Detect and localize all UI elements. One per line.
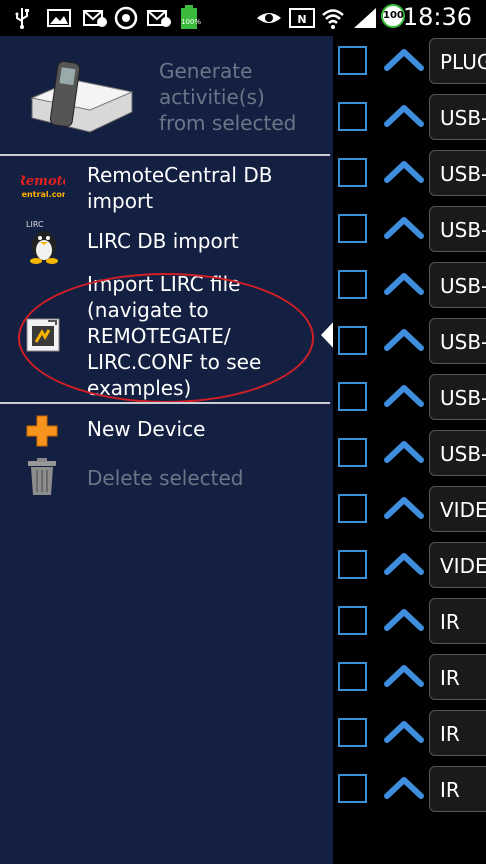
row-checkbox[interactable] [338,662,367,691]
remote-device-icon [30,61,134,133]
chevron-up-icon[interactable] [384,270,424,296]
lirc-db-import-item[interactable]: LIRC LIRC DB import [0,218,330,266]
lirc-tux-icon: LIRC [26,220,58,264]
list-item[interactable]: USB- [333,430,486,486]
delete-selected-label: Delete selected [87,466,244,490]
list-item[interactable]: USB- [333,318,486,374]
delete-selected-item[interactable]: Delete selected [0,454,330,502]
list-item[interactable]: VIDE [333,486,486,542]
chevron-up-icon[interactable] [384,718,424,744]
list-item[interactable]: USB- [333,262,486,318]
chevron-up-icon[interactable] [384,214,424,240]
row-checkbox[interactable] [338,718,367,747]
svg-text:LIRC: LIRC [26,220,44,229]
device-label[interactable]: IR [429,654,486,700]
device-list: PLUG USB- USB- USB- USB- USB- [333,36,486,864]
new-device-item[interactable]: New Device [0,408,330,452]
chevron-up-icon[interactable] [384,158,424,184]
device-label[interactable]: IR [429,766,486,812]
row-checkbox[interactable] [338,438,367,467]
remotecentral-icon: Remote Central.com [21,174,65,199]
chevron-up-icon[interactable] [384,382,424,408]
list-item[interactable]: VIDE [333,542,486,598]
divider-top [0,154,330,156]
annotation-ellipse [18,273,314,403]
list-item[interactable]: USB- [333,150,486,206]
row-checkbox[interactable] [338,382,367,411]
remotecentral-import-label: RemoteCentral DB import [87,163,273,213]
battery-small-text: 100% [181,18,202,26]
list-item[interactable]: IR [333,710,486,766]
device-label[interactable]: IR [429,598,486,644]
device-label[interactable]: USB- [429,94,486,140]
device-label[interactable]: USB- [429,318,486,364]
chevron-up-icon[interactable] [384,662,424,688]
row-checkbox[interactable] [338,774,367,803]
device-label[interactable]: VIDE [429,542,486,588]
plus-icon [26,415,58,447]
generate-activities-label: Generate activitie(s) from selected [159,59,297,135]
device-label[interactable]: USB- [429,150,486,196]
row-checkbox[interactable] [338,494,367,523]
wifi-icon [322,9,344,29]
mail-icon [83,10,107,27]
main-area: Generate activitie(s) from selected Remo… [0,36,486,864]
usb-icon [15,8,29,29]
list-item[interactable]: USB- [333,94,486,150]
device-label[interactable]: USB- [429,262,486,308]
svg-text:N: N [297,13,306,26]
remotecentral-import-item[interactable]: Remote Central.com RemoteCentral DB impo… [0,160,330,216]
svg-text:Remote: Remote [21,174,65,189]
battery-app-icon: 100% [181,5,201,29]
row-checkbox[interactable] [338,326,367,355]
signal-icon [354,8,376,28]
generate-activities-button[interactable]: Generate activitie(s) from selected [0,36,333,152]
battery-level-icon: 100 [381,4,405,28]
list-item[interactable]: IR [333,598,486,654]
list-item[interactable]: USB- [333,374,486,430]
chevron-up-icon[interactable] [384,438,424,464]
row-checkbox[interactable] [338,46,367,75]
list-item[interactable]: USB- [333,206,486,262]
device-label[interactable]: VIDE [429,486,486,532]
row-checkbox[interactable] [338,270,367,299]
row-checkbox[interactable] [338,550,367,579]
list-item[interactable]: IR [333,654,486,710]
lirc-db-import-label: LIRC DB import [87,229,239,253]
list-item[interactable]: PLUG [333,38,486,94]
device-label[interactable]: USB- [429,206,486,252]
trash-icon [28,458,56,495]
device-label[interactable]: PLUG [429,38,486,84]
new-device-label: New Device [87,417,206,441]
navigation-drawer: Generate activitie(s) from selected Remo… [0,36,333,864]
svg-text:Central.com: Central.com [21,190,65,199]
status-clock: 18:36 [402,3,472,31]
row-checkbox[interactable] [338,158,367,187]
chevron-up-icon[interactable] [384,326,424,352]
device-label[interactable]: USB- [429,430,486,476]
chevron-up-icon[interactable] [384,494,424,520]
row-checkbox[interactable] [338,606,367,635]
device-label[interactable]: IR [429,710,486,756]
device-label[interactable]: USB- [429,374,486,420]
divider-bottom [0,402,330,404]
sync-circle-icon [114,6,138,30]
gallery-icon [47,9,71,27]
eye-icon [257,13,281,23]
chevron-up-icon[interactable] [384,102,424,128]
nfc-icon: N [289,8,315,28]
status-bar: 100% N 100 18:36 [0,0,486,36]
row-checkbox[interactable] [338,214,367,243]
row-checkbox[interactable] [338,102,367,131]
list-item[interactable]: IR [333,766,486,822]
chevron-up-icon[interactable] [384,774,424,800]
mail-icon-2 [147,10,171,27]
chevron-up-icon[interactable] [384,46,424,72]
chevron-up-icon[interactable] [384,550,424,576]
chevron-up-icon[interactable] [384,606,424,632]
